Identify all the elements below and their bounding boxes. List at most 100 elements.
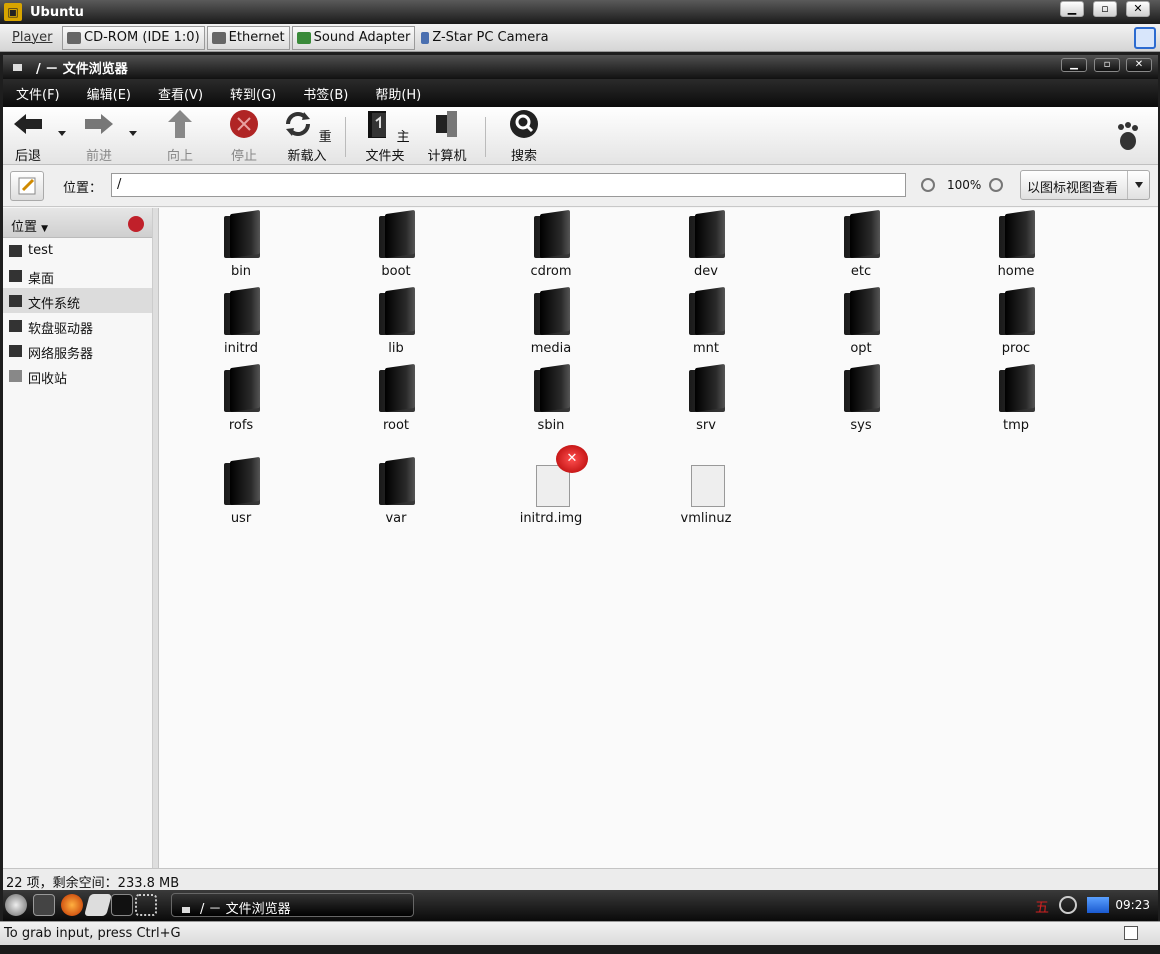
- sidebar-item-desktop[interactable]: 桌面: [3, 263, 152, 288]
- executable-gear-icon: ✕: [530, 445, 588, 507]
- forward-history-dropdown[interactable]: [129, 131, 137, 136]
- search-button[interactable]: 搜索: [506, 109, 542, 164]
- text-editor-icon[interactable]: [84, 894, 112, 916]
- up-button[interactable]: 向上: [163, 109, 197, 164]
- device-camera[interactable]: Z-Star PC Camera: [417, 26, 552, 50]
- file-item[interactable]: sys: [806, 366, 916, 433]
- desktop-icon: [9, 270, 22, 282]
- folder-icon: [530, 212, 572, 260]
- main-menu-icon[interactable]: [5, 894, 27, 916]
- zoom-in-icon[interactable]: [989, 178, 1003, 192]
- file-item[interactable]: tmp: [961, 366, 1071, 433]
- file-label: initrd.img: [519, 511, 583, 526]
- folder-icon: [995, 289, 1037, 337]
- folder-icon: [375, 366, 417, 414]
- workspace-icon[interactable]: [135, 894, 157, 916]
- computer-button[interactable]: 计算机: [425, 109, 469, 164]
- computer-icon: [436, 111, 457, 137]
- maximize-button[interactable]: ▫: [1094, 58, 1120, 72]
- view-mode-select[interactable]: 以图标视图查看: [1020, 170, 1150, 200]
- menu-edit[interactable]: 编辑(E): [82, 84, 136, 103]
- file-item[interactable]: cdrom: [496, 212, 606, 279]
- file-item[interactable]: initrd: [186, 289, 296, 356]
- menu-view[interactable]: 查看(V): [153, 84, 208, 103]
- close-button[interactable]: ✕: [1126, 58, 1152, 72]
- network-status-icon[interactable]: [1087, 897, 1109, 913]
- minimize-button[interactable]: ▁: [1061, 58, 1087, 72]
- network-server-icon: [9, 345, 22, 357]
- folder-icon: [530, 366, 572, 414]
- file-item[interactable]: var: [341, 459, 451, 526]
- file-item[interactable]: sbin: [496, 366, 606, 433]
- file-item[interactable]: bin: [186, 212, 296, 279]
- file-item[interactable]: rofs: [186, 366, 296, 433]
- file-label: opt: [850, 341, 872, 356]
- sidebar-item-trash[interactable]: 回收站: [3, 363, 152, 388]
- window-menu-icon[interactable]: [13, 63, 22, 71]
- host-close-button[interactable]: ✕: [1126, 1, 1150, 17]
- file-item[interactable]: root: [341, 366, 451, 433]
- file-item[interactable]: usr: [186, 459, 296, 526]
- file-item[interactable]: etc: [806, 212, 916, 279]
- location-input[interactable]: /: [111, 173, 906, 197]
- menu-file[interactable]: 文件(F): [11, 84, 65, 103]
- home-button[interactable]: 主文件夹: [357, 109, 413, 164]
- menu-go[interactable]: 转到(G): [225, 84, 281, 103]
- device-ethernet[interactable]: Ethernet: [206, 25, 290, 50]
- device-cdrom[interactable]: CD-ROM (IDE 1:0): [62, 25, 205, 50]
- input-method-indicator[interactable]: 五: [1035, 897, 1049, 917]
- sidebar-item-test[interactable]: test: [3, 238, 152, 263]
- file-item[interactable]: lib: [341, 289, 451, 356]
- zoom-out-icon[interactable]: [921, 178, 935, 192]
- sidebar-item-filesystem[interactable]: 文件系统: [3, 288, 152, 313]
- file-item[interactable]: srv: [651, 366, 761, 433]
- file-item[interactable]: vmlinuz: [651, 459, 761, 526]
- file-item[interactable]: boot: [341, 212, 451, 279]
- folder-icon: [685, 289, 727, 337]
- file-label: bin: [230, 264, 252, 279]
- message-log-icon[interactable]: [1124, 926, 1138, 940]
- show-desktop-icon[interactable]: [33, 894, 55, 916]
- host-minimize-button[interactable]: ▁: [1060, 1, 1084, 17]
- sidebar-header[interactable]: 位置 ▼: [3, 208, 152, 238]
- back-button[interactable]: 后退: [9, 109, 47, 164]
- file-label: lib: [388, 341, 404, 356]
- clock[interactable]: 09:23: [1115, 898, 1150, 912]
- host-maximize-button[interactable]: ▫: [1093, 1, 1117, 17]
- player-menu[interactable]: Player: [4, 30, 62, 45]
- device-sound[interactable]: Sound Adapter: [291, 25, 416, 50]
- menu-bookmarks[interactable]: 书签(B): [298, 84, 353, 103]
- file-browser-title-bar: / － 文件浏览器 ▁ ▫ ✕: [3, 55, 1158, 79]
- back-history-dropdown[interactable]: [58, 131, 66, 136]
- device-ethernet-label: Ethernet: [228, 30, 285, 45]
- stop-button[interactable]: 停止: [226, 109, 262, 164]
- fullscreen-icon[interactable]: [1134, 27, 1156, 49]
- file-label: sys: [850, 418, 872, 433]
- sidebar-item-network[interactable]: 网络服务器: [3, 338, 152, 363]
- file-item[interactable]: proc: [961, 289, 1071, 356]
- file-item[interactable]: mnt: [651, 289, 761, 356]
- file-item[interactable]: ✕ initrd.img: [496, 445, 606, 526]
- menu-help[interactable]: 帮助(H): [370, 84, 426, 103]
- close-sidebar-icon[interactable]: [128, 216, 144, 232]
- file-item[interactable]: dev: [651, 212, 761, 279]
- sidebar-item-label: 网络服务器: [28, 347, 94, 362]
- status-bar: 22 项，剩余空间：233.8 MB: [3, 868, 1158, 891]
- terminal-icon[interactable]: [111, 894, 133, 916]
- file-item[interactable]: media: [496, 289, 606, 356]
- file-view: bin boot cdrom dev etc home initrd lib m…: [159, 208, 1158, 868]
- firefox-icon[interactable]: [61, 894, 83, 916]
- file-item[interactable]: opt: [806, 289, 916, 356]
- host-device-bar: Player CD-ROM (IDE 1:0) Ethernet Sound A…: [0, 24, 1160, 52]
- file-label: var: [385, 511, 407, 526]
- toggle-location-entry-button[interactable]: [10, 171, 44, 201]
- settings-gear-icon[interactable]: [1059, 896, 1077, 914]
- bottom-panel: / － 文件浏览器 五 09:23: [3, 890, 1158, 921]
- zoom-level[interactable]: 100%: [947, 178, 981, 192]
- taskbar-file-browser[interactable]: / － 文件浏览器: [171, 893, 414, 917]
- reload-button[interactable]: 重新载入: [279, 109, 335, 164]
- sidebar-item-floppy[interactable]: 软盘驱动器: [3, 313, 152, 338]
- folder-icon: [995, 366, 1037, 414]
- file-item[interactable]: home: [961, 212, 1071, 279]
- forward-button[interactable]: 前进: [81, 109, 117, 164]
